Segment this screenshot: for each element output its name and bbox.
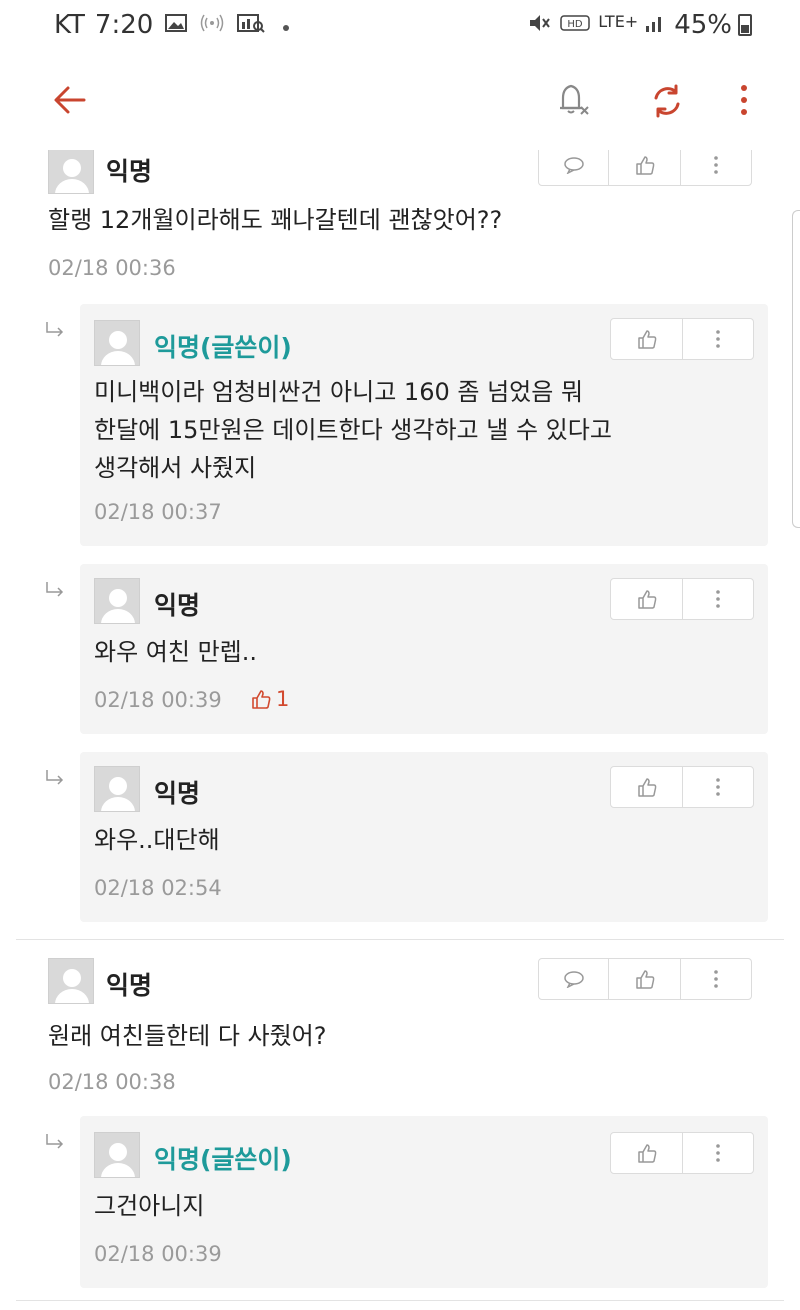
reply-actions (610, 766, 754, 808)
reply-author: 익명(글쓴이) (154, 333, 292, 362)
avatar (94, 320, 140, 366)
more-vertical-icon (716, 590, 720, 608)
reply-timestamp: 02/18 00:37 (94, 500, 222, 524)
status-right: HD LTE+ 45% (528, 10, 752, 40)
reply-text-line: 와우..대단해 (94, 826, 220, 854)
avatar (48, 150, 94, 194)
reply-author: 익명 (154, 591, 201, 620)
reply-actions (610, 1132, 754, 1174)
reply-timestamp: 02/18 00:39 (94, 688, 222, 712)
dot-icon (283, 15, 290, 36)
like-button[interactable] (609, 150, 681, 185)
reply-comment-button[interactable] (539, 959, 610, 999)
thumbs-up-icon (252, 690, 271, 709)
reply-item: 익명 와우..대단해 02/18 02:54 (80, 752, 768, 922)
comment-timestamp: 02/18 00:36 (48, 256, 176, 280)
comment-divider (16, 1300, 784, 1301)
comment-actions (538, 150, 752, 186)
battery-percent: 45% (674, 10, 732, 40)
signal-icon (644, 13, 666, 37)
more-options-button[interactable] (683, 767, 753, 807)
clock-time: 7:20 (94, 10, 154, 40)
wifi-hotspot-icon (199, 13, 225, 38)
like-button[interactable] (611, 579, 683, 619)
more-vertical-icon (716, 330, 720, 348)
carrier-label: KT (54, 10, 85, 40)
reply-timestamp: 02/18 02:54 (94, 876, 222, 900)
comment-text: 할랭 12개월이라해도 꽤나갈텐데 괜찮앗어?? (48, 206, 503, 234)
status-left: KT 7:20 (54, 10, 290, 40)
reply-comment-button[interactable] (539, 150, 610, 185)
comment-actions (538, 958, 752, 1000)
speech-bubble-icon (563, 971, 584, 988)
reply-item: 익명(글쓴이) 그건아니지 02/18 00:39 (80, 1116, 768, 1288)
reply-arrow-icon (46, 582, 64, 597)
reply-text-line: 한달에 15만원은 데이트한다 생각하고 낼 수 있다고 (94, 416, 612, 444)
reply-author: 익명(글쓴이) (154, 1145, 292, 1174)
notification-off-icon[interactable] (553, 80, 593, 120)
reply-text-line: 생각해서 사줬지 (94, 454, 257, 482)
comment-timestamp: 02/18 00:38 (48, 1070, 176, 1094)
comment-divider (16, 939, 784, 940)
reply-text-line: 그건아니지 (94, 1192, 205, 1220)
reply-timestamp: 02/18 00:39 (94, 1242, 222, 1266)
thumbs-up-icon (637, 778, 656, 797)
reply-actions (610, 578, 754, 620)
reply-text-line: 와우 여친 만렙.. (94, 638, 257, 666)
status-bar: KT 7:20 HD LTE+ 45% (0, 0, 800, 52)
reply-item: 익명(글쓴이) 미니백이라 엄청비싼건 아니고 160 좀 넘었음 뭐 한달에 … (80, 304, 768, 546)
thumbs-up-icon (635, 156, 654, 175)
like-count-value: 1 (276, 687, 290, 711)
more-options-button[interactable] (683, 1133, 753, 1173)
more-vertical-icon (716, 1144, 720, 1162)
image-icon (165, 13, 188, 38)
avatar (94, 766, 140, 812)
battery-icon (738, 14, 752, 36)
thumbs-up-icon (637, 330, 656, 349)
avatar (48, 958, 94, 1004)
like-button[interactable] (611, 1133, 683, 1173)
back-arrow-icon[interactable] (50, 80, 90, 120)
reply-item: 익명 와우 여친 만렙.. 02/18 00:39 1 (80, 564, 768, 734)
like-count: 1 (250, 687, 289, 711)
more-options-button[interactable] (681, 959, 751, 999)
avatar (94, 578, 140, 624)
reply-arrow-icon (46, 1134, 64, 1149)
more-vertical-icon[interactable] (727, 80, 761, 120)
thumbs-up-icon (637, 590, 656, 609)
refresh-icon[interactable] (646, 80, 688, 122)
like-button[interactable] (611, 767, 683, 807)
comment-author: 익명 (106, 157, 153, 186)
mute-icon (528, 13, 552, 37)
comment-item: 익명 할랭 12개월이라해도 꽤나갈텐데 괜찮앗어?? 02/18 00:36 (0, 150, 800, 288)
speech-bubble-icon (563, 157, 584, 174)
network-type: LTE+ (598, 11, 639, 31)
svg-text:HD: HD (568, 19, 584, 30)
more-vertical-icon (714, 156, 718, 174)
reply-arrow-icon (46, 322, 64, 337)
like-button[interactable] (609, 959, 681, 999)
like-button[interactable] (611, 319, 683, 359)
thumbs-up-icon (637, 1144, 656, 1163)
reply-actions (610, 318, 754, 360)
chart-icon (237, 13, 266, 38)
more-options-button[interactable] (681, 150, 751, 185)
avatar (94, 1132, 140, 1178)
reply-author: 익명 (154, 779, 201, 808)
reply-arrow-icon (46, 770, 64, 785)
comment-text: 원래 여친들한테 다 사줬어? (48, 1022, 327, 1050)
comment-author: 익명 (106, 971, 153, 1000)
reply-text-line: 미니백이라 엄청비싼건 아니고 160 좀 넘었음 뭐 (94, 378, 584, 406)
more-options-button[interactable] (683, 579, 753, 619)
comment-list[interactable]: 익명 할랭 12개월이라해도 꽤나갈텐데 괜찮앗어?? 02/18 00:36 … (0, 150, 800, 1310)
app-bar (0, 52, 800, 150)
comment-item: 익명 원래 여친들한테 다 사줬어? 02/18 00:38 (0, 958, 800, 1098)
more-options-button[interactable] (683, 319, 753, 359)
more-vertical-icon (714, 970, 718, 988)
hd-icon: HD (560, 13, 590, 37)
thumbs-up-icon (635, 970, 654, 989)
more-vertical-icon (716, 778, 720, 796)
